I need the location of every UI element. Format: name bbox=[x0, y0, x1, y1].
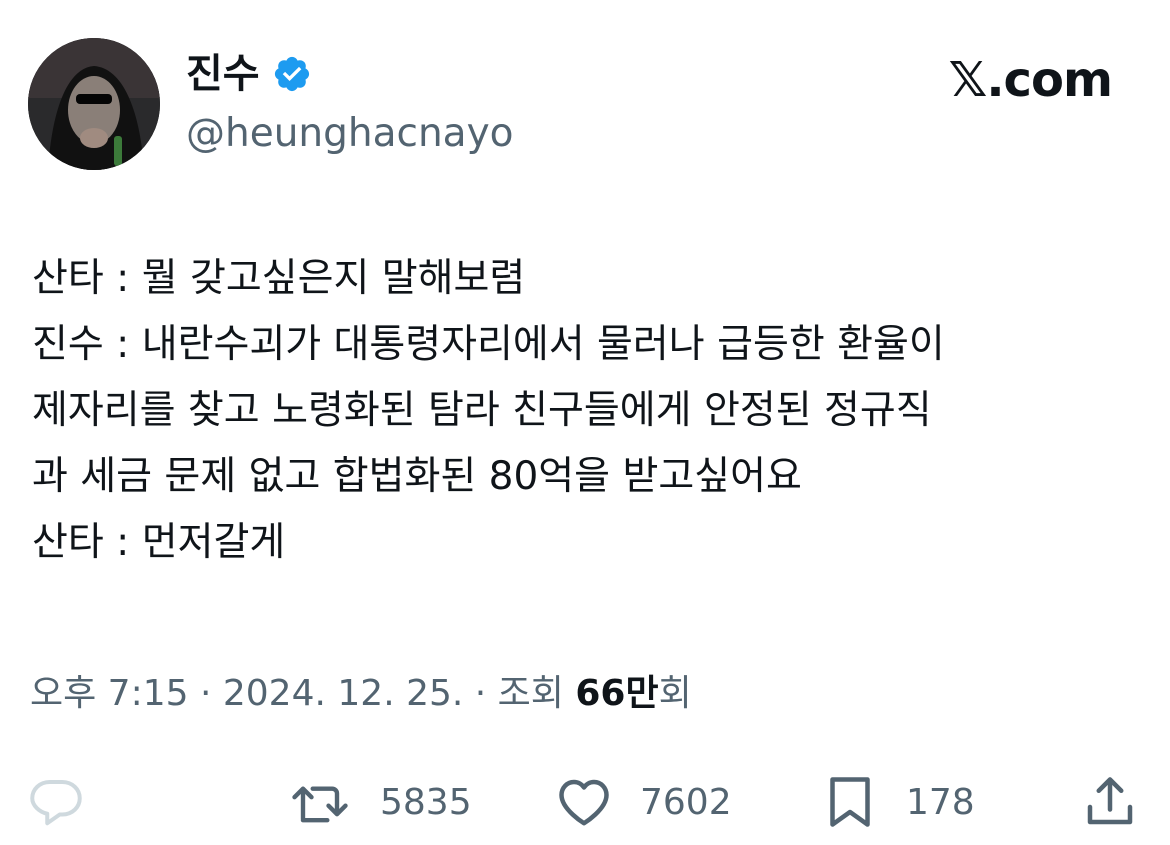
bookmark-button[interactable]: 178 bbox=[820, 770, 975, 834]
share-button[interactable] bbox=[1080, 770, 1140, 834]
verified-badge-icon bbox=[274, 56, 309, 92]
avatar-image bbox=[28, 38, 160, 170]
tweet-text: 산타 : 뭘 갖고싶은지 말해보렴 진수 : 내란수괴가 대통령자리에서 물러나… bbox=[32, 246, 1142, 576]
retweet-button[interactable]: 5835 bbox=[286, 770, 472, 834]
views-suffix: 회 bbox=[658, 673, 692, 714]
tweet-line: 과 세금 문제 없고 합법화된 80억을 받고싶어요 bbox=[32, 454, 802, 499]
reply-icon bbox=[30, 780, 82, 826]
meta-separator: · bbox=[188, 673, 223, 714]
bookmark-count: 178 bbox=[906, 781, 975, 823]
share-icon bbox=[1087, 777, 1133, 825]
author-name-row[interactable]: 진수 bbox=[186, 48, 312, 100]
tweet-line: 진수 : 내란수괴가 대통령자리에서 물러나 급등한 환율이 bbox=[32, 322, 945, 367]
tweet-line: 산타 : 먼저갈게 bbox=[32, 520, 286, 565]
meta-separator: · bbox=[463, 673, 498, 714]
tweet-line: 산타 : 뭘 갖고싶은지 말해보렴 bbox=[32, 256, 526, 301]
bookmark-icon bbox=[830, 777, 870, 827]
retweet-count: 5835 bbox=[380, 781, 472, 823]
retweet-icon bbox=[292, 786, 348, 823]
heart-icon bbox=[559, 779, 609, 826]
like-count: 7602 bbox=[640, 781, 732, 823]
views-prefix: 조회 bbox=[497, 673, 576, 714]
tweet-line: 제자리를 찾고 노령화된 탐라 친구들에게 안정된 정규직 bbox=[32, 388, 932, 433]
action-bar: 5835 7602 178 bbox=[0, 770, 1170, 834]
tweet-time[interactable]: 오후 7:15 bbox=[30, 673, 189, 714]
tweet-date[interactable]: 2024. 12. 25. bbox=[223, 673, 463, 714]
avatar[interactable] bbox=[28, 38, 160, 170]
display-name[interactable]: 진수 bbox=[186, 48, 260, 100]
tweet-meta: 오후 7:15 · 2024. 12. 25. · 조회 66만회 bbox=[30, 668, 692, 720]
views-count: 66만 bbox=[575, 673, 659, 714]
like-button[interactable]: 7602 bbox=[554, 770, 732, 834]
reply-button[interactable] bbox=[26, 770, 86, 834]
x-logo: 𝕏.com bbox=[948, 52, 1113, 108]
author-handle[interactable]: @heunghacnayo bbox=[186, 108, 514, 160]
